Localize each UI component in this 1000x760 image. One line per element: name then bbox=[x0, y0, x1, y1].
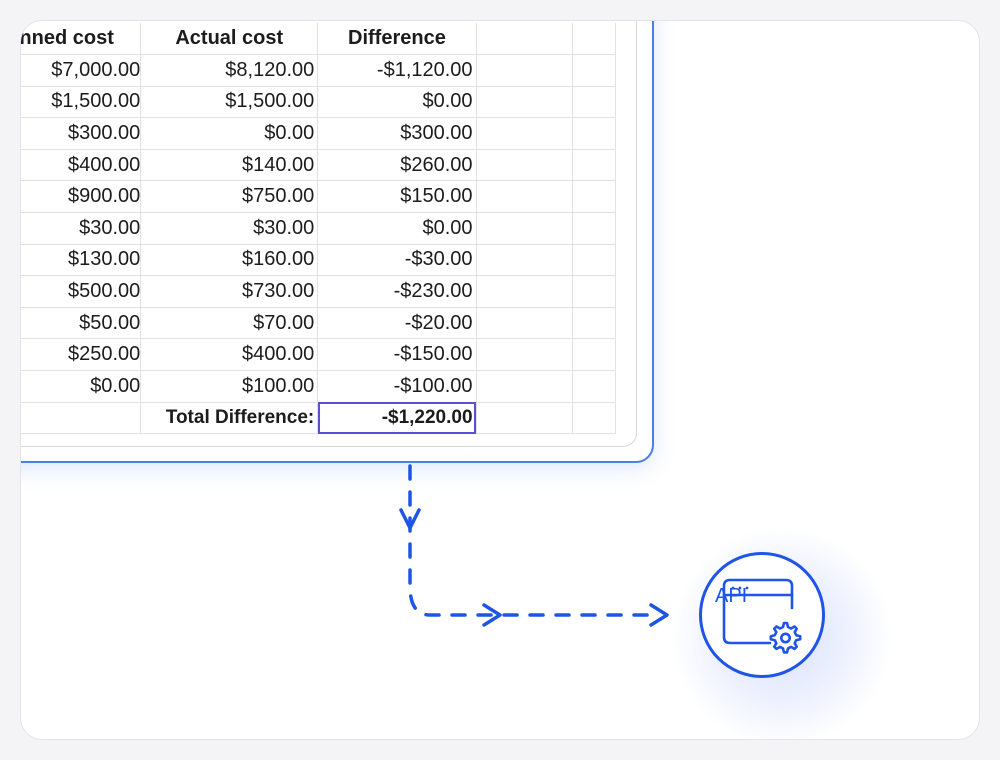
gear-icon bbox=[769, 621, 802, 654]
flow-connector-line bbox=[408, 464, 662, 617]
api-label: API bbox=[715, 585, 748, 607]
flow-arrows bbox=[399, 464, 802, 654]
arrowhead-right-icon bbox=[649, 603, 669, 627]
